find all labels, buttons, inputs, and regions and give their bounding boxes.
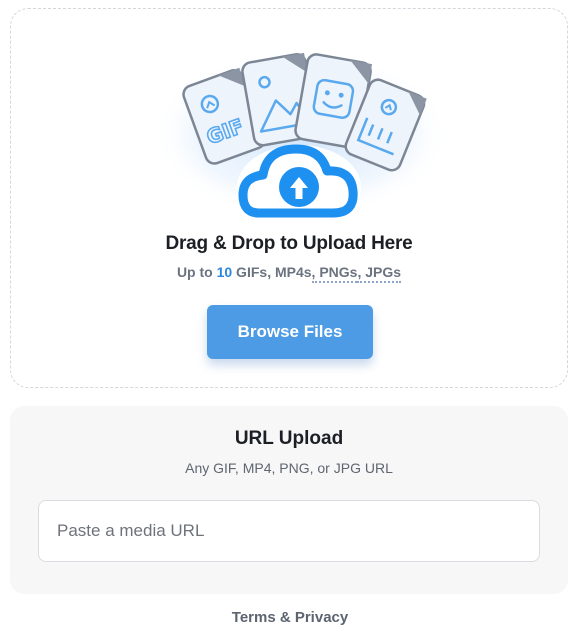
dropzone-title: Drag & Drop to Upload Here	[165, 233, 413, 254]
format-gifs: GIFs	[232, 264, 268, 280]
format-pngs: , PNGs	[311, 264, 358, 283]
drop-zone[interactable]: GIF Drag & Drop to Upload Here Up to 10 …	[10, 8, 568, 388]
media-url-input[interactable]	[38, 500, 540, 562]
subtitle-prefix: Up to	[176, 264, 217, 280]
url-upload-subtitle: Any GIF, MP4, PNG, or JPG URL	[185, 460, 393, 476]
dropzone-subtitle: Up to 10 GIFs, MP4s, PNGs, JPGs	[11, 264, 567, 283]
file-count: 10	[216, 264, 233, 280]
url-upload-panel: URL Upload Any GIF, MP4, PNG, or JPG URL	[10, 406, 568, 594]
upload-cloud-icon	[237, 144, 361, 229]
format-mp4s: , MP4s	[267, 264, 312, 280]
format-jpgs: , JPGs	[357, 264, 402, 283]
upload-illustration: GIF	[151, 49, 451, 229]
terms-privacy-link[interactable]: Terms & Privacy	[0, 609, 580, 626]
url-upload-title: URL Upload	[234, 428, 344, 449]
browse-files-button[interactable]: Browse Files	[207, 305, 373, 359]
